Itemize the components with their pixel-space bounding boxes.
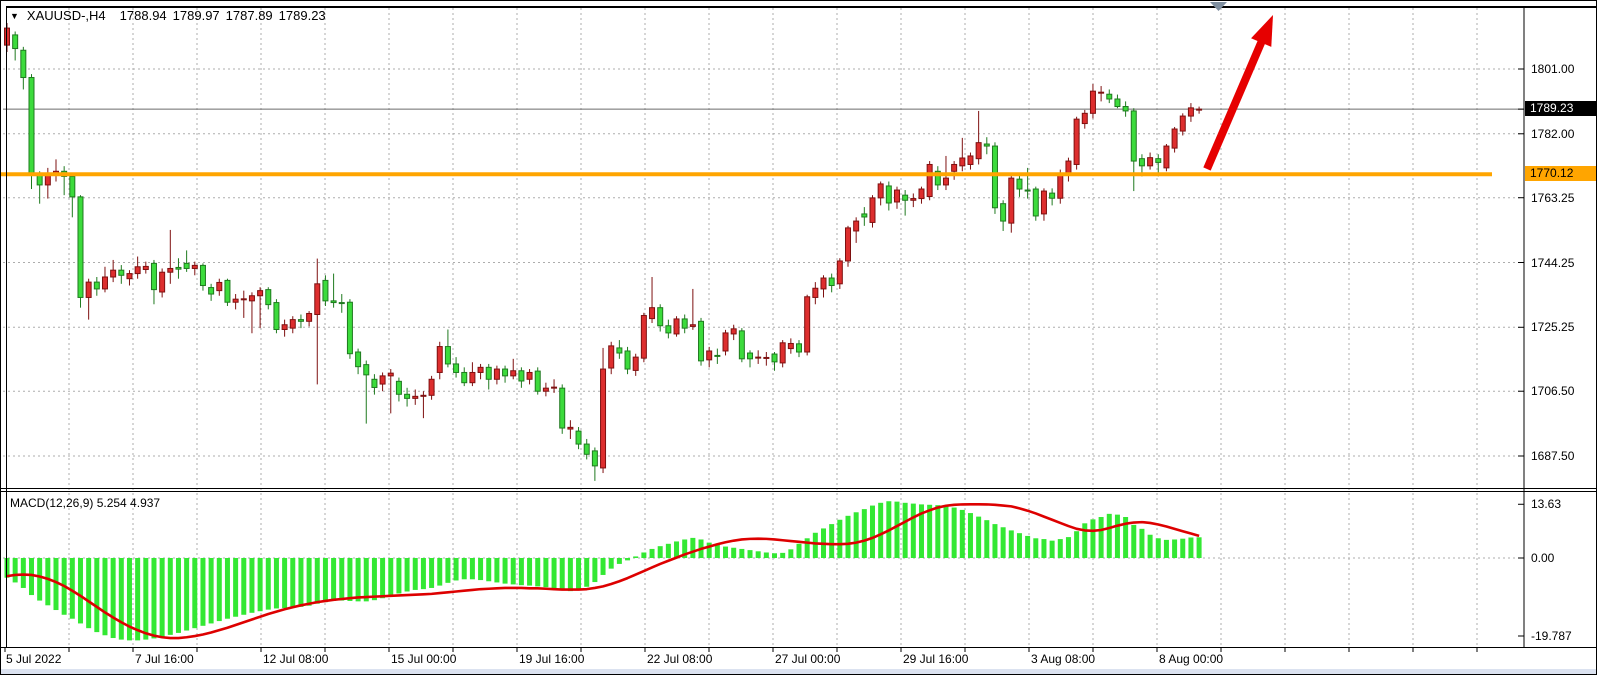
chart-window: ▼ XAUUSD-,H4 1788.94 1789.97 1787.89 178… <box>0 0 1597 675</box>
symbol-dropdown-icon: ▼ <box>10 11 19 21</box>
price-axis-label: 1687.50 <box>1531 449 1574 463</box>
window-bottom-strip <box>1 669 1597 675</box>
price-axis-label: 1744.25 <box>1531 256 1574 270</box>
price-axis-label: 1801.00 <box>1531 62 1574 76</box>
symbol-period-label: XAUUSD-,H4 <box>27 8 106 23</box>
time-axis-label: 5 Jul 2022 <box>6 652 61 666</box>
time-axis-label: 7 Jul 16:00 <box>135 652 194 666</box>
time-axis-label: 8 Aug 00:00 <box>1159 652 1223 666</box>
trend-arrow-annotation[interactable] <box>1207 15 1273 169</box>
chart-title: ▼ XAUUSD-,H4 1788.94 1789.97 1787.89 178… <box>10 8 332 23</box>
gridlines <box>3 8 1524 646</box>
time-axis-label: 29 Jul 16:00 <box>903 652 968 666</box>
time-axis-label: 22 Jul 08:00 <box>647 652 712 666</box>
price-axis-label: 1782.00 <box>1531 127 1574 141</box>
time-axis-label: 27 Jul 00:00 <box>775 652 840 666</box>
time-axis-label: 12 Jul 08:00 <box>263 652 328 666</box>
current-price-badge: 1789.23 <box>1525 101 1597 116</box>
macd-axis-label: 13.63 <box>1531 497 1561 511</box>
time-axis-label: 15 Jul 00:00 <box>391 652 456 666</box>
ohlc-low: 1787.89 <box>226 8 273 23</box>
macd-indicator-label: MACD(12,26,9) 5.254 4.937 <box>10 496 160 510</box>
candles <box>5 23 1202 481</box>
macd-histogram <box>5 501 1202 640</box>
macd-axis-label: -19.787 <box>1531 629 1572 643</box>
price-axis-label: 1725.25 <box>1531 320 1574 334</box>
hline-price-badge: 1770.12 <box>1525 166 1597 181</box>
ohlc-open: 1788.94 <box>120 8 167 23</box>
macd-axis-label: 0.00 <box>1531 551 1554 565</box>
time-axis-label: 3 Aug 08:00 <box>1031 652 1095 666</box>
price-axis-label: 1706.50 <box>1531 384 1574 398</box>
ohlc-close: 1789.23 <box>279 8 326 23</box>
ohlc-high: 1789.97 <box>173 8 220 23</box>
time-axis-label: 19 Jul 16:00 <box>519 652 584 666</box>
candlestick-chart[interactable] <box>1 1 1597 675</box>
price-axis-label: 1763.25 <box>1531 191 1574 205</box>
